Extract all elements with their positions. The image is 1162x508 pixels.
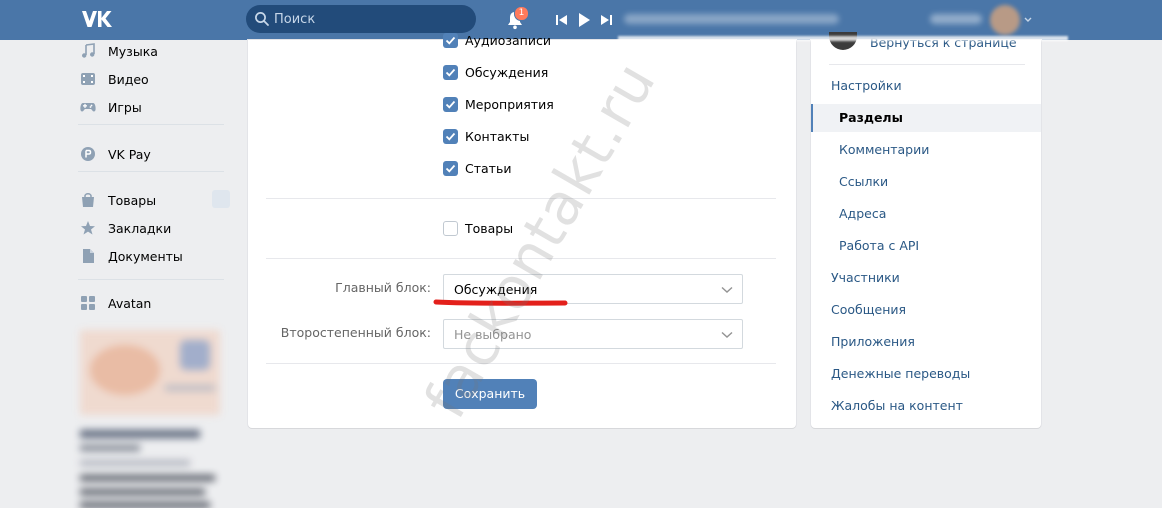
nav-label: Avatan bbox=[108, 295, 152, 311]
now-playing-track[interactable] bbox=[624, 14, 839, 24]
nav-label: VK Pay bbox=[108, 146, 151, 162]
chevron-down-icon bbox=[721, 331, 733, 338]
checkbox-contacts[interactable]: Контакты bbox=[443, 127, 529, 145]
video-icon bbox=[81, 73, 95, 85]
checkbox-checked[interactable] bbox=[443, 96, 458, 112]
nav-item-vkpay[interactable]: VK Pay bbox=[76, 142, 226, 166]
secondary-block-label: Второстепенный блок: bbox=[280, 325, 431, 340]
save-button[interactable]: Сохранить bbox=[443, 379, 537, 409]
menu-item-links[interactable]: Ссылки bbox=[811, 168, 1041, 196]
section-divider bbox=[266, 258, 776, 259]
menu-item-addresses[interactable]: Адреса bbox=[811, 200, 1041, 228]
vk-logo-icon bbox=[82, 11, 112, 27]
menu-item-api[interactable]: Работа с API bbox=[811, 232, 1041, 260]
blurred-strip bbox=[618, 36, 1068, 41]
checkbox-label: Обсуждения bbox=[465, 64, 549, 80]
nav-divider bbox=[78, 279, 224, 280]
checkbox-checked[interactable] bbox=[443, 128, 458, 144]
checkbox-label: Контакты bbox=[465, 128, 530, 144]
next-track-icon[interactable] bbox=[599, 12, 613, 28]
menu-item-apps[interactable]: Приложения bbox=[811, 328, 1041, 356]
nav-item-goods[interactable]: Товары bbox=[76, 188, 226, 212]
checkbox-checked[interactable] bbox=[443, 32, 458, 48]
previous-track-icon[interactable] bbox=[555, 12, 569, 28]
nav-item-avatan[interactable]: Avatan bbox=[76, 291, 226, 315]
menu-item-comments[interactable]: Комментарии bbox=[811, 136, 1041, 164]
menu-divider bbox=[829, 64, 1025, 65]
nav-label: Музыка bbox=[108, 43, 158, 59]
menu-item-settings[interactable]: Настройки bbox=[811, 72, 1041, 100]
checkbox-audio[interactable]: Аудиозаписи bbox=[443, 31, 551, 49]
checkmark-icon bbox=[445, 100, 456, 109]
checkmark-icon bbox=[445, 164, 456, 173]
nav-item-video[interactable]: Видео bbox=[76, 67, 226, 91]
nav-divider bbox=[78, 171, 224, 172]
top-bar: 1 bbox=[0, 0, 1162, 40]
checkbox-unchecked[interactable] bbox=[443, 220, 458, 236]
menu-item-sections[interactable]: Разделы bbox=[811, 104, 1041, 132]
checkbox-checked[interactable] bbox=[443, 64, 458, 80]
notification-badge: 1 bbox=[514, 6, 529, 21]
nav-label: Игры bbox=[108, 99, 142, 115]
checkbox-articles[interactable]: Статьи bbox=[443, 159, 511, 177]
nav-settings-toggle[interactable] bbox=[212, 190, 230, 208]
sections-settings-panel: Аудиозаписи Обсуждения Мероприятия Конта… bbox=[248, 32, 796, 428]
community-avatar[interactable] bbox=[829, 32, 857, 50]
gamepad-icon bbox=[80, 103, 96, 112]
primary-block-value: Обсуждения bbox=[454, 282, 538, 297]
search-input[interactable] bbox=[274, 5, 464, 33]
checkmark-icon bbox=[445, 132, 456, 141]
section-divider bbox=[266, 198, 776, 199]
shopping-bag-icon bbox=[82, 193, 94, 207]
vk-logo[interactable] bbox=[80, 8, 116, 30]
secondary-block-value: Не выбрано bbox=[454, 327, 532, 342]
checkbox-checked[interactable] bbox=[443, 160, 458, 176]
play-icon[interactable] bbox=[577, 12, 591, 28]
nav-label: Товары bbox=[108, 192, 157, 208]
settings-menu: Вернуться к странице Настройки Разделы К… bbox=[811, 32, 1041, 428]
menu-item-money-transfers[interactable]: Денежные переводы bbox=[811, 360, 1041, 388]
nav-label: Документы bbox=[108, 248, 183, 264]
nav-item-bookmarks[interactable]: Закладки bbox=[76, 216, 226, 240]
checkbox-goods[interactable]: Товары bbox=[443, 219, 513, 237]
advertisement-block[interactable] bbox=[80, 325, 230, 508]
checkbox-discussions[interactable]: Обсуждения bbox=[443, 63, 548, 81]
primary-block-label: Главный блок: bbox=[335, 280, 431, 295]
chevron-down-icon bbox=[721, 286, 733, 293]
checkbox-label: Товары bbox=[465, 220, 514, 236]
nav-label: Закладки bbox=[108, 220, 172, 236]
user-avatar[interactable] bbox=[990, 5, 1020, 35]
red-highlight-underline bbox=[433, 299, 568, 306]
section-divider bbox=[266, 363, 776, 364]
nav-divider bbox=[78, 124, 224, 125]
search-icon bbox=[255, 12, 269, 26]
menu-item-members[interactable]: Участники bbox=[811, 264, 1041, 292]
menu-item-messages[interactable]: Сообщения bbox=[811, 296, 1041, 324]
checkmark-icon bbox=[445, 68, 456, 77]
nav-item-games[interactable]: Игры bbox=[76, 95, 226, 119]
app-grid-icon bbox=[81, 296, 95, 310]
music-icon bbox=[82, 43, 95, 58]
user-name[interactable] bbox=[930, 14, 982, 24]
vkpay-icon bbox=[81, 147, 95, 161]
nav-label: Видео bbox=[108, 71, 149, 87]
document-icon bbox=[83, 249, 94, 263]
checkmark-icon bbox=[445, 36, 456, 45]
checkbox-events[interactable]: Мероприятия bbox=[443, 95, 554, 113]
secondary-block-select[interactable]: Не выбрано bbox=[443, 319, 743, 349]
nav-item-documents[interactable]: Документы bbox=[76, 244, 226, 268]
checkbox-label: Статьи bbox=[465, 160, 512, 176]
menu-item-content-complaints[interactable]: Жалобы на контент bbox=[811, 392, 1041, 420]
search-box[interactable] bbox=[246, 5, 476, 33]
checkbox-label: Мероприятия bbox=[465, 96, 554, 112]
star-icon bbox=[81, 221, 95, 235]
chevron-down-icon[interactable] bbox=[1024, 17, 1032, 23]
checkbox-label: Аудиозаписи bbox=[465, 32, 551, 48]
nav-item-music[interactable]: Музыка bbox=[76, 39, 226, 63]
